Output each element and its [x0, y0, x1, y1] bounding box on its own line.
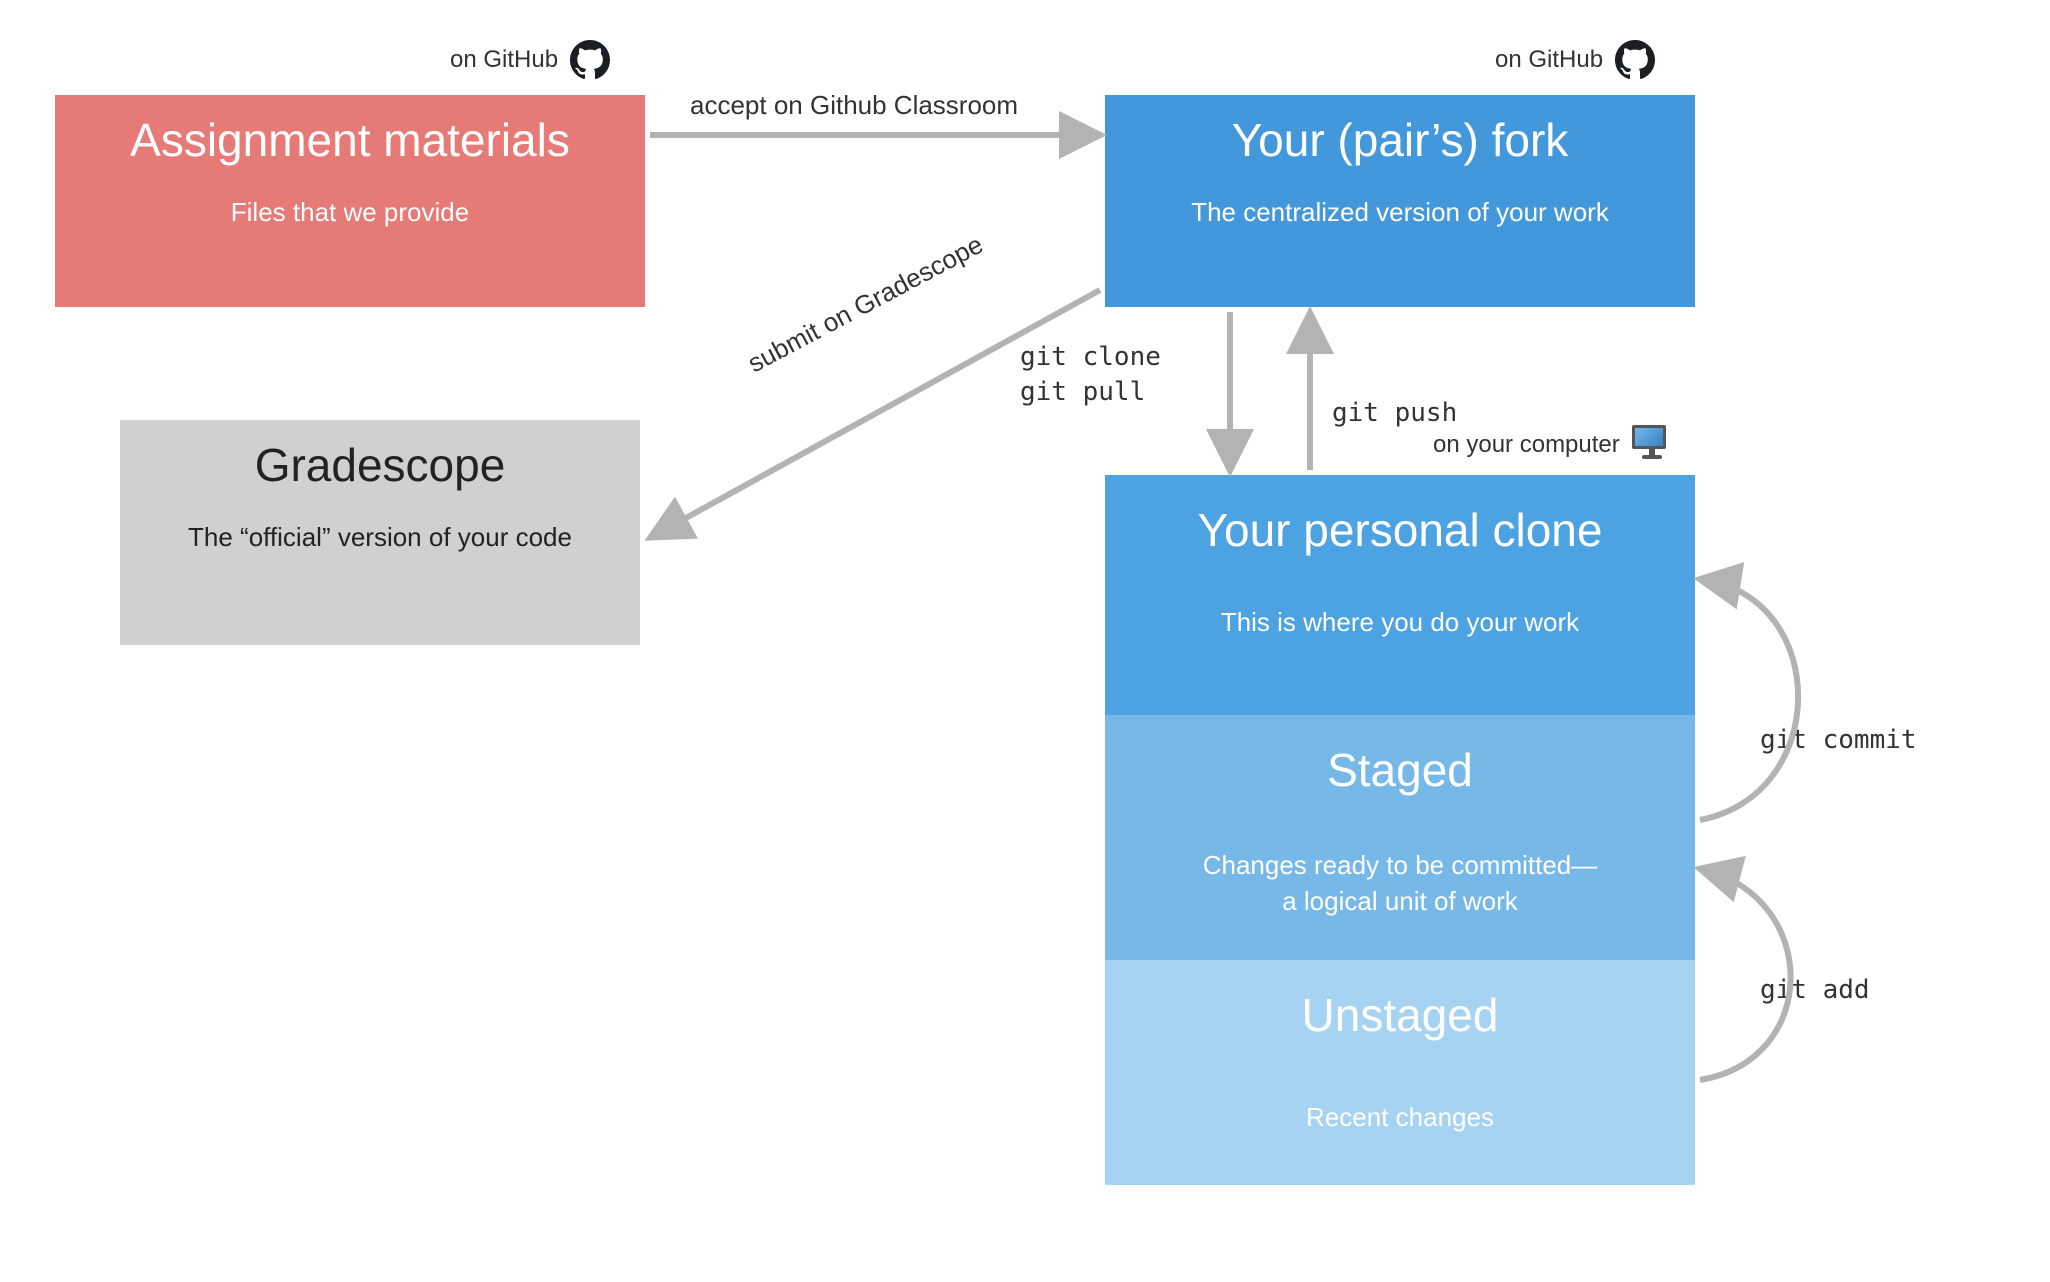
clone-title: Your personal clone [1125, 503, 1675, 557]
header-clone-computer: on your computer [1433, 425, 1672, 465]
on-github-label: on GitHub [1495, 46, 1603, 74]
arrow-label-clone-pull: git clone git pull [1020, 340, 1161, 410]
unstaged-desc: Recent changes [1125, 1102, 1675, 1133]
clone-desc: This is where you do your work [1125, 607, 1675, 638]
clone-stack: Your personal clone This is where you do… [1105, 475, 1695, 1185]
on-github-label: on GitHub [450, 46, 558, 74]
git-pull-text: git pull [1020, 375, 1161, 410]
box-gradescope: Gradescope The “official” version of you… [120, 420, 640, 645]
box-assignment-materials: Assignment materials Files that we provi… [55, 95, 645, 307]
box-staged: Staged Changes ready to be committed— a … [1105, 715, 1695, 960]
arrow-label-commit: git commit [1760, 725, 1917, 755]
assignment-title: Assignment materials [55, 113, 645, 167]
git-clone-text: git clone [1020, 340, 1161, 375]
fork-title: Your (pair’s) fork [1105, 113, 1695, 167]
header-fork-github: on GitHub [1495, 40, 1655, 80]
staged-desc: Changes ready to be committed— a logical… [1125, 847, 1675, 920]
box-personal-clone: Your personal clone This is where you do… [1105, 475, 1695, 715]
box-your-fork: Your (pair’s) fork The centralized versi… [1105, 95, 1695, 307]
gradescope-title: Gradescope [120, 438, 640, 492]
arrow-label-add: git add [1760, 975, 1870, 1005]
arrow-label-accept: accept on Github Classroom [690, 90, 1018, 121]
header-assignment-github: on GitHub [450, 40, 610, 80]
github-octocat-icon [1615, 40, 1655, 80]
github-octocat-icon [570, 40, 610, 80]
arrow-label-push: git push [1332, 398, 1457, 428]
assignment-desc: Files that we provide [55, 197, 645, 228]
on-computer-label: on your computer [1433, 431, 1620, 459]
box-unstaged: Unstaged Recent changes [1105, 960, 1695, 1185]
arrow-label-submit: submit on Gradescope [743, 229, 989, 379]
fork-desc: The centralized version of your work [1105, 197, 1695, 228]
staged-title: Staged [1125, 743, 1675, 797]
computer-monitor-icon [1632, 425, 1672, 465]
gradescope-desc: The “official” version of your code [120, 522, 640, 553]
unstaged-title: Unstaged [1125, 988, 1675, 1042]
